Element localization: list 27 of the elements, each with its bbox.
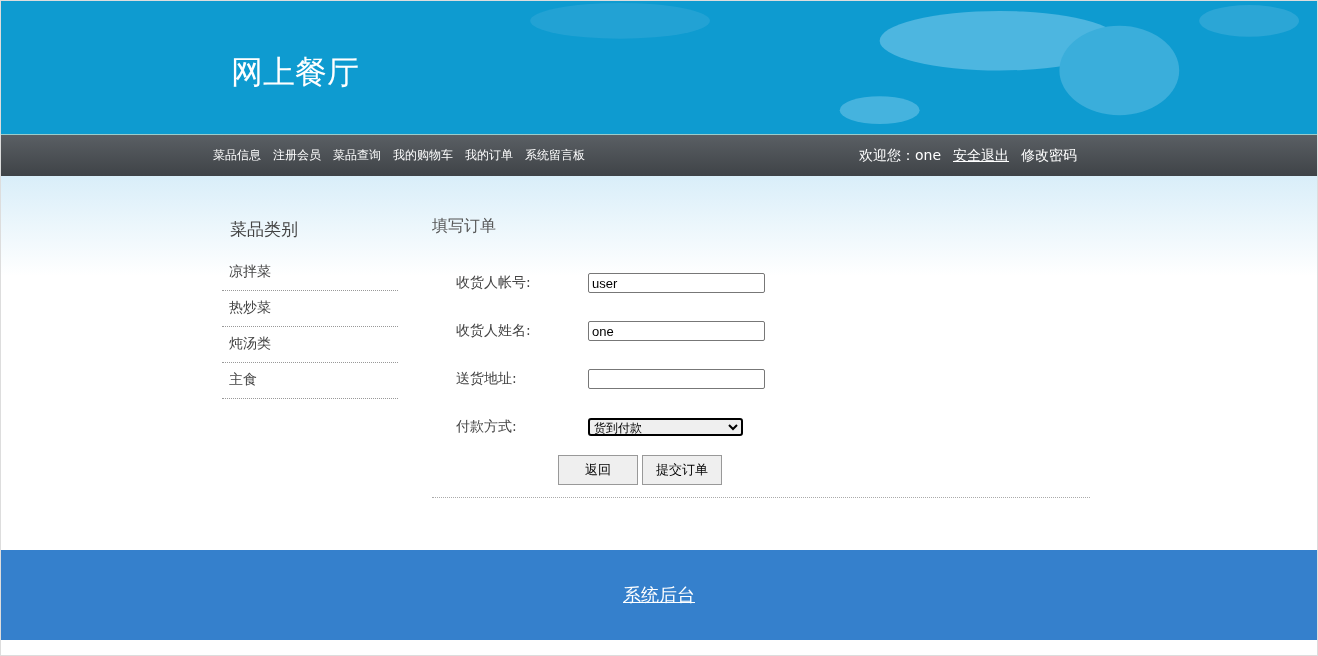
category-link[interactable]: 热炒菜 bbox=[222, 291, 398, 327]
nav-link[interactable]: 菜品查询 bbox=[333, 147, 381, 164]
field-label: 送货地址: bbox=[456, 370, 518, 388]
payment-select[interactable]: 货到付款 bbox=[588, 418, 743, 436]
logout-link[interactable]: 安全退出 bbox=[953, 146, 1009, 165]
category-link[interactable]: 炖汤类 bbox=[222, 327, 398, 363]
field-label: 收货人姓名: bbox=[456, 322, 532, 340]
form-title: 填写订单 bbox=[432, 216, 497, 237]
site-title: 网上餐厅 bbox=[231, 51, 359, 93]
welcome-text: 欢迎您：one bbox=[858, 146, 941, 165]
nav-link[interactable]: 我的订单 bbox=[465, 147, 513, 164]
category-link[interactable]: 凉拌菜 bbox=[222, 255, 398, 291]
field-label: 付款方式: bbox=[456, 418, 518, 436]
nav-link[interactable]: 我的购物车 bbox=[393, 147, 453, 164]
input-field[interactable]: one bbox=[588, 321, 765, 341]
form-button[interactable]: 提交订单 bbox=[642, 455, 722, 485]
input-field[interactable] bbox=[588, 369, 765, 389]
change-password-link[interactable]: 修改密码 bbox=[1021, 146, 1077, 165]
sidebar-title: 菜品类别 bbox=[229, 218, 299, 241]
admin-link[interactable]: 系统后台 bbox=[623, 583, 695, 607]
input-field[interactable]: user bbox=[588, 273, 765, 293]
nav-link[interactable]: 菜品信息 bbox=[213, 147, 261, 164]
field-label: 收货人帐号: bbox=[456, 274, 532, 292]
form-button[interactable]: 返回 bbox=[558, 455, 638, 485]
nav-link[interactable]: 注册会员 bbox=[273, 147, 321, 164]
nav-link[interactable]: 系统留言板 bbox=[525, 147, 585, 164]
category-link[interactable]: 主食 bbox=[222, 363, 398, 399]
